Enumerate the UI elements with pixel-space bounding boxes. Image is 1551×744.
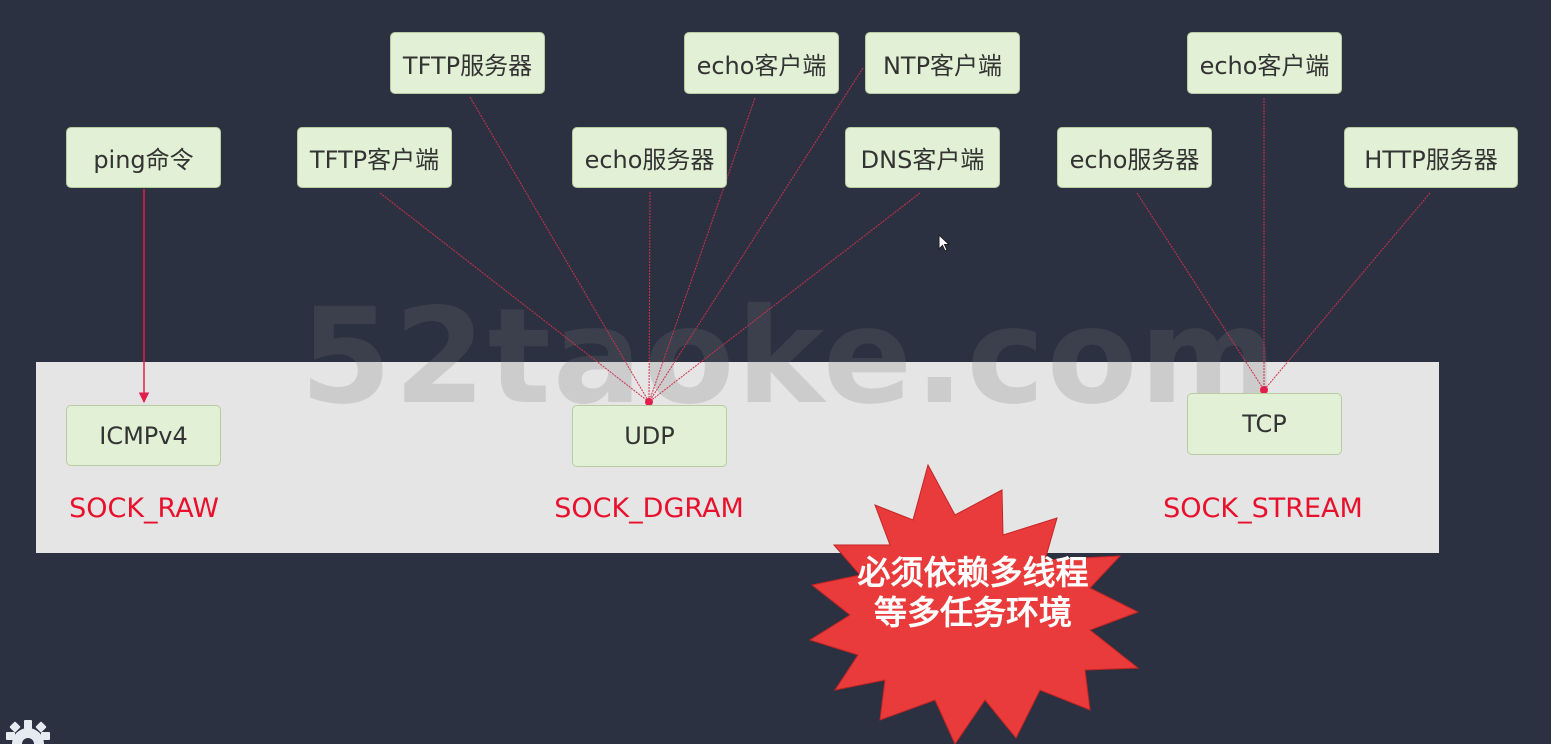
callout-line-2: 等多任务环境 [874, 593, 1072, 632]
gear-icon [6, 720, 50, 744]
mouse-cursor-icon [938, 234, 951, 252]
callout-text: 必须依赖多线程 等多任务环境 [806, 553, 1140, 633]
diagram-canvas: 52taoke.com ping命令 TFTP客户端 TFTP服务器 echo服… [0, 0, 1551, 744]
starburst-callout-shape [808, 463, 1140, 744]
callout-line-1: 必须依赖多线程 [857, 553, 1089, 592]
